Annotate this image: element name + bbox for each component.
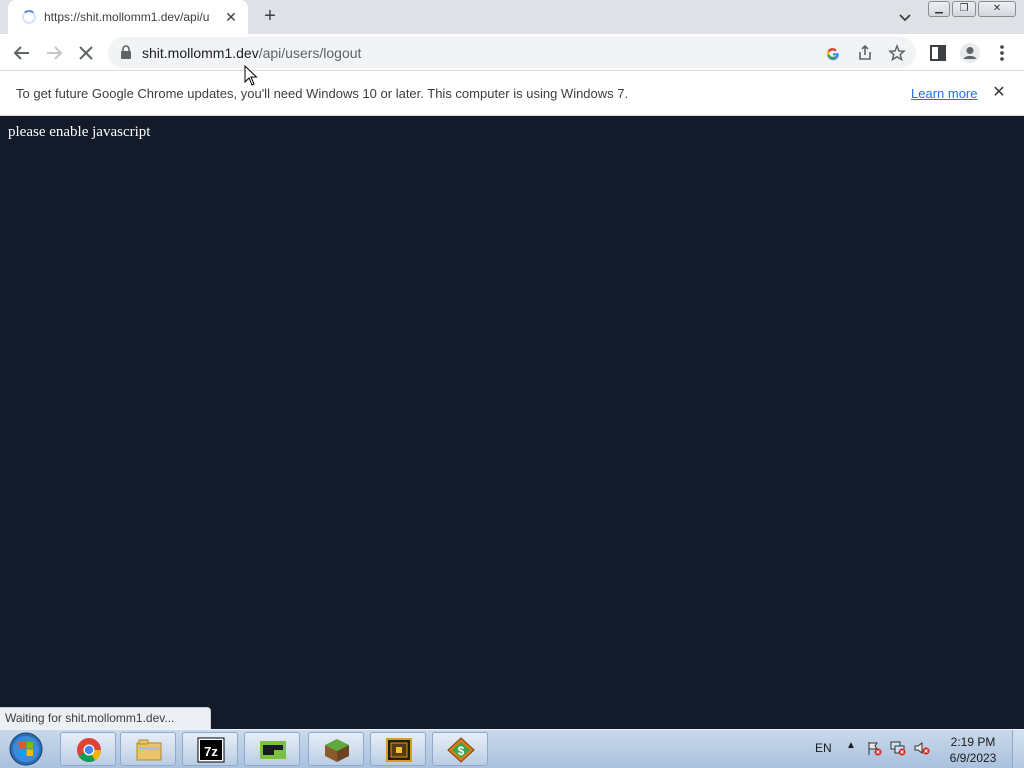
language-indicator[interactable]: EN	[815, 741, 832, 755]
screen: https://shit.mollomm1.dev/api/u ✕ + ▁ ❐ …	[0, 0, 1024, 768]
url-host: shit.mollomm1.dev	[142, 45, 259, 61]
7zip-icon: 7z	[197, 737, 225, 763]
action-center-flag-icon[interactable]	[866, 740, 882, 756]
chrome-icon	[77, 738, 101, 763]
tab-title: https://shit.mollomm1.dev/api/u	[44, 10, 210, 24]
mouse-cursor-icon	[244, 65, 258, 86]
show-desktop-button[interactable]	[1012, 730, 1024, 768]
new-tab-button[interactable]: +	[258, 5, 282, 29]
share-icon[interactable]	[854, 42, 876, 64]
loading-spinner-icon	[22, 10, 36, 24]
infobar-message: To get future Google Chrome updates, you…	[16, 86, 629, 101]
svg-text:$: $	[458, 744, 465, 758]
taskbar-file-explorer[interactable]	[120, 732, 176, 766]
menu-kebab-icon[interactable]	[989, 40, 1015, 66]
browser-tab[interactable]: https://shit.mollomm1.dev/api/u ✕	[8, 0, 248, 34]
network-icon[interactable]	[890, 740, 906, 756]
system-clock[interactable]: 2:19 PM 6/9/2023	[942, 734, 1004, 766]
treasure-chest-icon	[386, 738, 412, 762]
taskbar-chrome[interactable]	[60, 732, 116, 766]
taskbar-money-app[interactable]: $	[432, 732, 488, 766]
status-bubble: Waiting for shit.mollomm1.dev...	[0, 707, 211, 729]
infobar-close-icon[interactable]: ✕	[989, 83, 1009, 103]
google-lens-icon[interactable]	[822, 42, 844, 64]
minimize-button[interactable]: ▁	[928, 1, 950, 17]
taskbar-7zip[interactable]: 7z	[182, 732, 238, 766]
taskbar-treasure-chest[interactable]	[370, 732, 426, 766]
terminal-icon	[260, 741, 286, 759]
clock-time: 2:19 PM	[950, 735, 996, 749]
start-button[interactable]	[6, 732, 46, 766]
money-icon: $	[447, 737, 475, 763]
learn-more-link[interactable]: Learn more	[911, 86, 977, 101]
page-content: please enable javascript	[0, 116, 1024, 729]
clock-date: 6/9/2023	[949, 751, 997, 765]
browser-toolbar: shit.mollomm1.dev/api/users/logout	[0, 34, 1024, 71]
bookmark-star-icon[interactable]	[886, 42, 908, 64]
page-message: please enable javascript	[8, 124, 151, 140]
volume-muted-icon[interactable]	[914, 740, 930, 756]
tab-search-chevron-icon[interactable]	[894, 6, 916, 28]
show-hidden-icons-icon[interactable]: ▲	[846, 740, 856, 751]
svg-text:7z: 7z	[204, 744, 218, 759]
back-button[interactable]	[9, 40, 35, 66]
file-explorer-icon	[136, 739, 162, 761]
forward-button[interactable]	[41, 40, 67, 66]
lock-icon[interactable]	[120, 45, 132, 59]
taskbar: 7z $ EN ▲ 2:19 PM 6/9/2023	[0, 729, 1024, 768]
taskbar-minecraft[interactable]	[308, 732, 364, 766]
url-path: /api/users/logout	[258, 45, 362, 61]
update-infobar: To get future Google Chrome updates, you…	[0, 71, 1024, 116]
address-bar[interactable]: shit.mollomm1.dev/api/users/logout	[108, 37, 916, 68]
tab-strip: https://shit.mollomm1.dev/api/u ✕ + ▁ ❐ …	[0, 0, 1024, 34]
minecraft-icon	[325, 739, 349, 762]
side-panel-icon[interactable]	[925, 40, 951, 66]
taskbar-terminal[interactable]	[244, 732, 300, 766]
close-window-button[interactable]: ✕	[978, 1, 1016, 17]
stop-loading-button[interactable]	[73, 40, 99, 66]
profile-avatar-icon[interactable]	[957, 40, 983, 66]
tab-close-icon[interactable]: ✕	[222, 8, 240, 26]
url-text[interactable]: shit.mollomm1.dev/api/users/logout	[142, 45, 361, 61]
restore-button[interactable]: ❐	[952, 1, 976, 17]
